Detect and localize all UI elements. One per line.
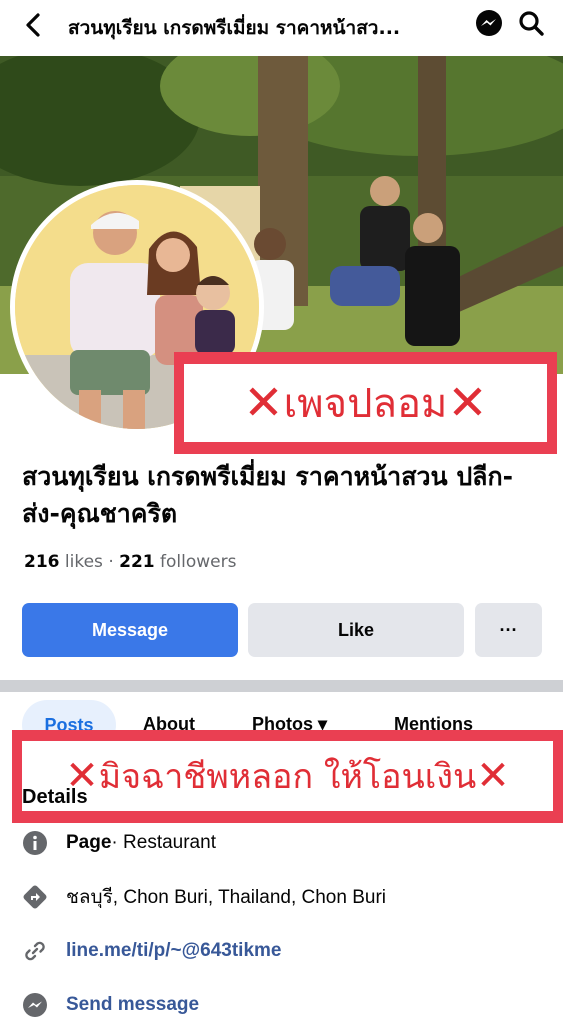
category-page-label: Page (66, 832, 112, 853)
page-name: สวนทุเรียน เกรดพรีเมี่ยม ราคาหน้าสวน ปลี… (22, 462, 514, 528)
messenger-icon[interactable] (472, 6, 506, 40)
fake-page-warning-badge: ✕ เพจปลอม ✕ (174, 352, 557, 454)
more-options-button[interactable]: ··· (475, 603, 542, 657)
detail-send-message[interactable]: Send message (22, 990, 199, 1020)
x-mark-icon: ✕ (476, 753, 510, 799)
followers-label: followers (160, 552, 237, 572)
link-icon (22, 938, 48, 964)
send-message-link[interactable]: Send message (66, 994, 199, 1016)
detail-location[interactable]: ชลบุรี, Chon Buri, Thailand, Chon Buri (22, 882, 386, 912)
x-mark-icon: ✕ (447, 375, 488, 431)
fake-page-text: เพจปลอม (283, 381, 448, 427)
location-text: ชลบุรี, Chon Buri, Thailand, Chon Buri (66, 887, 386, 908)
detail-category: Page · Restaurant (22, 828, 216, 858)
page-title: สวนทุเรียน เกรดพรีเมี่ยม ราคาหน้าสว... (68, 17, 401, 39)
messenger-icon (22, 992, 48, 1018)
scam-warning-text: มิจฉาชีพหลอก ให้โอนเงิน (98, 757, 477, 797)
stats-separator: · (108, 552, 114, 572)
info-icon (22, 830, 48, 856)
like-button[interactable]: Like (248, 603, 464, 657)
directions-icon (22, 884, 48, 910)
details-heading: Details (22, 786, 88, 808)
line-link[interactable]: line.me/ti/p/~@643tikme (66, 940, 281, 962)
likes-count: 216 (24, 552, 60, 572)
category-value: · Restaurant (111, 832, 216, 853)
scam-warning-badge: ✕ มิจฉาชีพหลอก ให้โอนเงิน ✕ (12, 730, 563, 823)
x-mark-icon: ✕ (243, 375, 284, 431)
detail-link[interactable]: line.me/ti/p/~@643tikme (22, 936, 281, 966)
section-divider (0, 680, 563, 692)
action-buttons: Message Like ··· (22, 603, 542, 657)
page-stats[interactable]: 216 likes · 221 followers (24, 552, 237, 572)
back-arrow-icon[interactable] (18, 10, 48, 40)
top-bar: สวนทุเรียน เกรดพรีเมี่ยม ราคาหน้าสว... (0, 0, 563, 56)
followers-count: 221 (119, 552, 155, 572)
likes-label: likes (64, 552, 103, 572)
message-button[interactable]: Message (22, 603, 238, 657)
search-icon[interactable] (514, 6, 548, 40)
